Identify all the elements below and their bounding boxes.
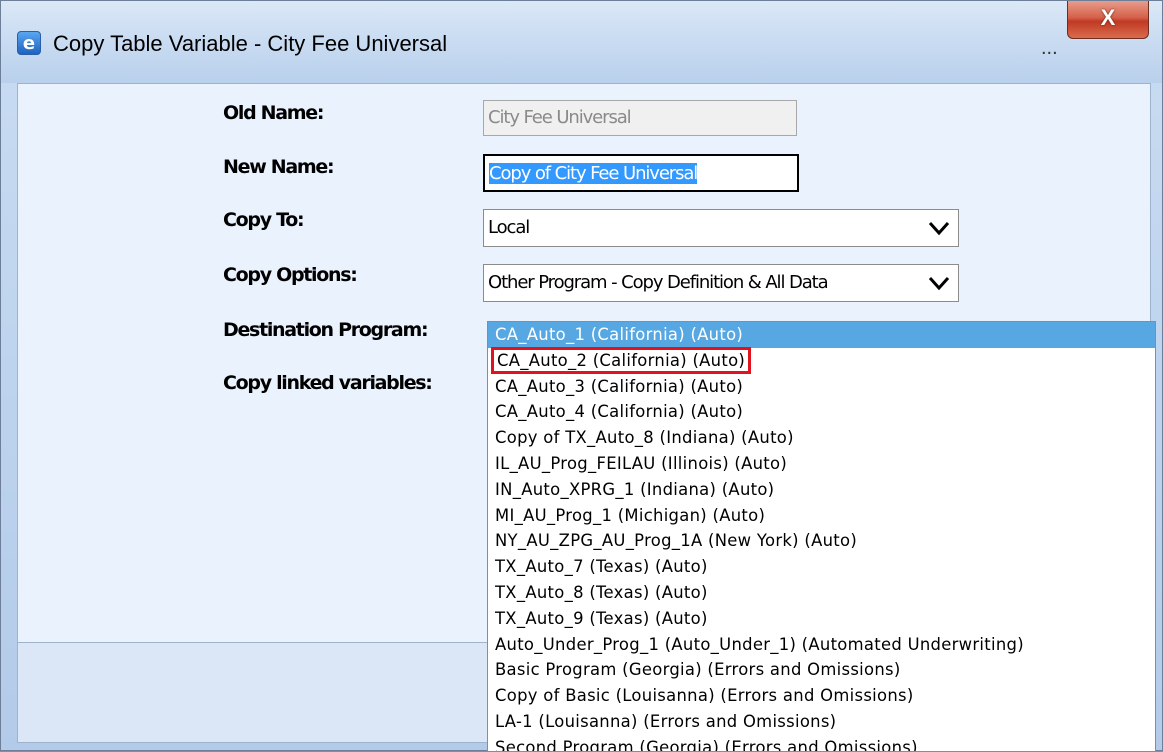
copy-options-select[interactable]: Other Program - Copy Definition & All Da… (483, 264, 959, 302)
destination-program-option[interactable]: IL_AU_Prog_FEILAU (Illinois) (Auto) (488, 451, 1155, 477)
copy-linked-variables-label: Copy linked variables: (223, 372, 433, 394)
copy-to-select[interactable]: Local (483, 209, 959, 247)
destination-program-option[interactable]: Basic Program (Georgia) (Errors and Omis… (488, 657, 1155, 683)
destination-program-list[interactable]: CA_Auto_1 (California) (Auto) CA_Auto_2 (… (487, 321, 1156, 752)
new-name-value: Copy of City Fee Universal (489, 163, 698, 184)
destination-program-option[interactable]: MI_AU_Prog_1 (Michigan) (Auto) (488, 503, 1155, 529)
destination-program-option[interactable]: NY_AU_ZPG_AU_Prog_1A (New York) (Auto) (488, 528, 1155, 554)
destination-program-option-label: LA-1 (Louisanna) (Errors and Omissions) (495, 711, 837, 731)
destination-program-option[interactable]: LA-1 (Louisanna) (Errors and Omissions) (488, 709, 1155, 735)
chevron-down-icon (928, 221, 950, 236)
new-name-label: New Name: (223, 156, 335, 178)
destination-program-option[interactable]: TX_Auto_7 (Texas) (Auto) (488, 554, 1155, 580)
window-title: Copy Table Variable - City Fee Universal (53, 31, 448, 56)
destination-program-option-label: TX_Auto_9 (Texas) (Auto) (495, 608, 708, 628)
destination-program-option-label: Auto_Under_Prog_1 (Auto_Under_1) (Automa… (495, 634, 1024, 654)
destination-program-option[interactable]: Copy of Basic (Louisanna) (Errors and Om… (488, 683, 1155, 709)
destination-program-option[interactable]: CA_Auto_3 (California) (Auto) (488, 374, 1155, 400)
destination-program-option-label: IN_Auto_XPRG_1 (Indiana) (Auto) (495, 479, 775, 499)
destination-program-option[interactable]: CA_Auto_4 (California) (Auto) (488, 399, 1155, 425)
destination-program-option-label: CA_Auto_1 (California) (Auto) (495, 325, 744, 344)
destination-program-option-label: Copy of TX_Auto_8 (Indiana) (Auto) (495, 428, 794, 448)
chevron-down-icon (928, 276, 950, 291)
copy-to-value: Local (488, 217, 530, 238)
destination-program-option-label: TX_Auto_7 (Texas) (Auto) (495, 557, 708, 577)
destination-program-option-label: CA_Auto_4 (California) (Auto) (495, 402, 744, 422)
destination-program-option[interactable]: TX_Auto_9 (Texas) (Auto) (488, 606, 1155, 632)
old-name-label: Old Name: (223, 102, 324, 124)
destination-program-option[interactable]: Copy of TX_Auto_8 (Indiana) (Auto) (488, 425, 1155, 451)
internet-explorer-icon: e (17, 31, 41, 55)
copy-options-label: Copy Options: (223, 264, 358, 286)
destination-program-option-label: MI_AU_Prog_1 (Michigan) (Auto) (495, 505, 766, 525)
destination-program-option-label: Basic Program (Georgia) (Errors and Omis… (495, 660, 901, 680)
destination-program-option-label: IL_AU_Prog_FEILAU (Illinois) (Auto) (495, 453, 788, 473)
destination-program-option-label: CA_Auto_3 (California) (Auto) (495, 376, 744, 396)
destination-program-option[interactable]: TX_Auto_8 (Texas) (Auto) (488, 580, 1155, 606)
destination-program-option-label: CA_Auto_2 (California) (Auto) (490, 346, 752, 374)
destination-program-option-label: NY_AU_ZPG_AU_Prog_1A (New York) (Auto) (495, 531, 858, 551)
destination-program-option[interactable]: Auto_Under_Prog_1 (Auto_Under_1) (Automa… (488, 632, 1155, 658)
destination-program-option[interactable]: Second Program (Georgia) (Errors and Omi… (488, 735, 1155, 752)
copy-options-value: Other Program - Copy Definition & All Da… (488, 272, 829, 293)
destination-program-option[interactable]: IN_Auto_XPRG_1 (Indiana) (Auto) (488, 477, 1155, 503)
destination-program-option-label: Second Program (Georgia) (Errors and Omi… (495, 737, 918, 752)
title-overflow-dots: ... (1041, 37, 1058, 59)
dialog-window: e Copy Table Variable - City Fee Univers… (0, 0, 1163, 752)
destination-program-option-label: Copy of Basic (Louisanna) (Errors and Om… (495, 686, 914, 706)
copy-to-label: Copy To: (223, 209, 305, 231)
destination-program-option[interactable]: CA_Auto_2 (California) (Auto) (488, 346, 1155, 374)
destination-program-option[interactable]: CA_Auto_1 (California) (Auto) (488, 322, 1155, 348)
old-name-field: City Fee Universal (483, 100, 797, 136)
title-bar[interactable]: e Copy Table Variable - City Fee Univers… (1, 1, 1162, 83)
destination-program-label: Destination Program: (223, 319, 429, 341)
close-button[interactable]: X (1067, 1, 1149, 39)
new-name-field[interactable]: Copy of City Fee Universal (483, 154, 799, 192)
destination-program-option-label: TX_Auto_8 (Texas) (Auto) (495, 582, 708, 602)
